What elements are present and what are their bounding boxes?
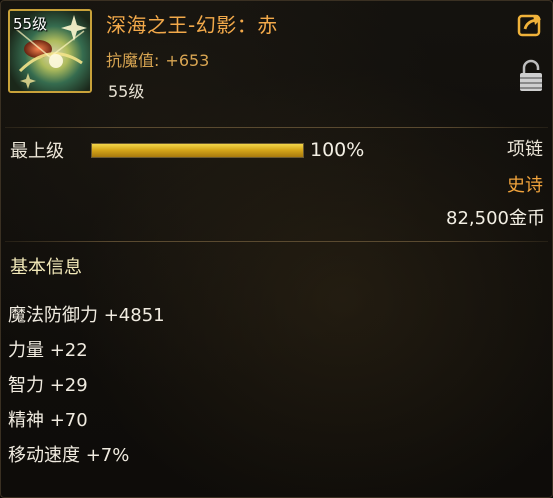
- slot-type: 项链: [507, 139, 543, 160]
- lock-button[interactable]: [518, 59, 544, 93]
- item-icon-level: 55级: [13, 15, 48, 33]
- enhancement-label: 最上级: [10, 141, 64, 162]
- stat-line: 魔法防御力 +4851: [8, 305, 165, 326]
- lock-icon: [520, 59, 542, 91]
- rarity-label: 史诗: [507, 175, 543, 196]
- item-name: 深海之王-幻影：赤: [106, 13, 278, 37]
- item-attribute: 抗魔值: +653: [106, 47, 209, 71]
- stat-line: 力量 +22: [8, 340, 88, 361]
- section-divider: [5, 241, 548, 242]
- sell-price: 82,500金币: [446, 208, 545, 229]
- level-requirement: 55级: [108, 82, 145, 101]
- header-divider: [5, 127, 548, 128]
- attribute-label: 抗魔值:: [106, 51, 160, 70]
- attribute-value: +653: [165, 51, 210, 70]
- item-icon[interactable]: 55级: [8, 9, 92, 93]
- basic-info-title: 基本信息: [10, 257, 82, 278]
- share-button[interactable]: [517, 12, 543, 38]
- share-icon: [517, 14, 541, 37]
- enhancement-percent: 100%: [310, 139, 365, 161]
- enhancement-progress-bar: [91, 143, 304, 158]
- stat-line: 移动速度 +7%: [8, 445, 130, 466]
- stat-list: 魔法防御力 +4851 力量 +22 智力 +29 精神 +70 移动速度 +7…: [8, 298, 165, 473]
- item-tooltip: 55级 深海之王-幻影：赤 抗魔值: +653 55级 最上级 100% 项链 史…: [0, 0, 553, 498]
- stat-line: 精神 +70: [8, 410, 88, 431]
- enhancement-progress-fill: [92, 144, 303, 157]
- stat-line: 智力 +29: [8, 375, 88, 396]
